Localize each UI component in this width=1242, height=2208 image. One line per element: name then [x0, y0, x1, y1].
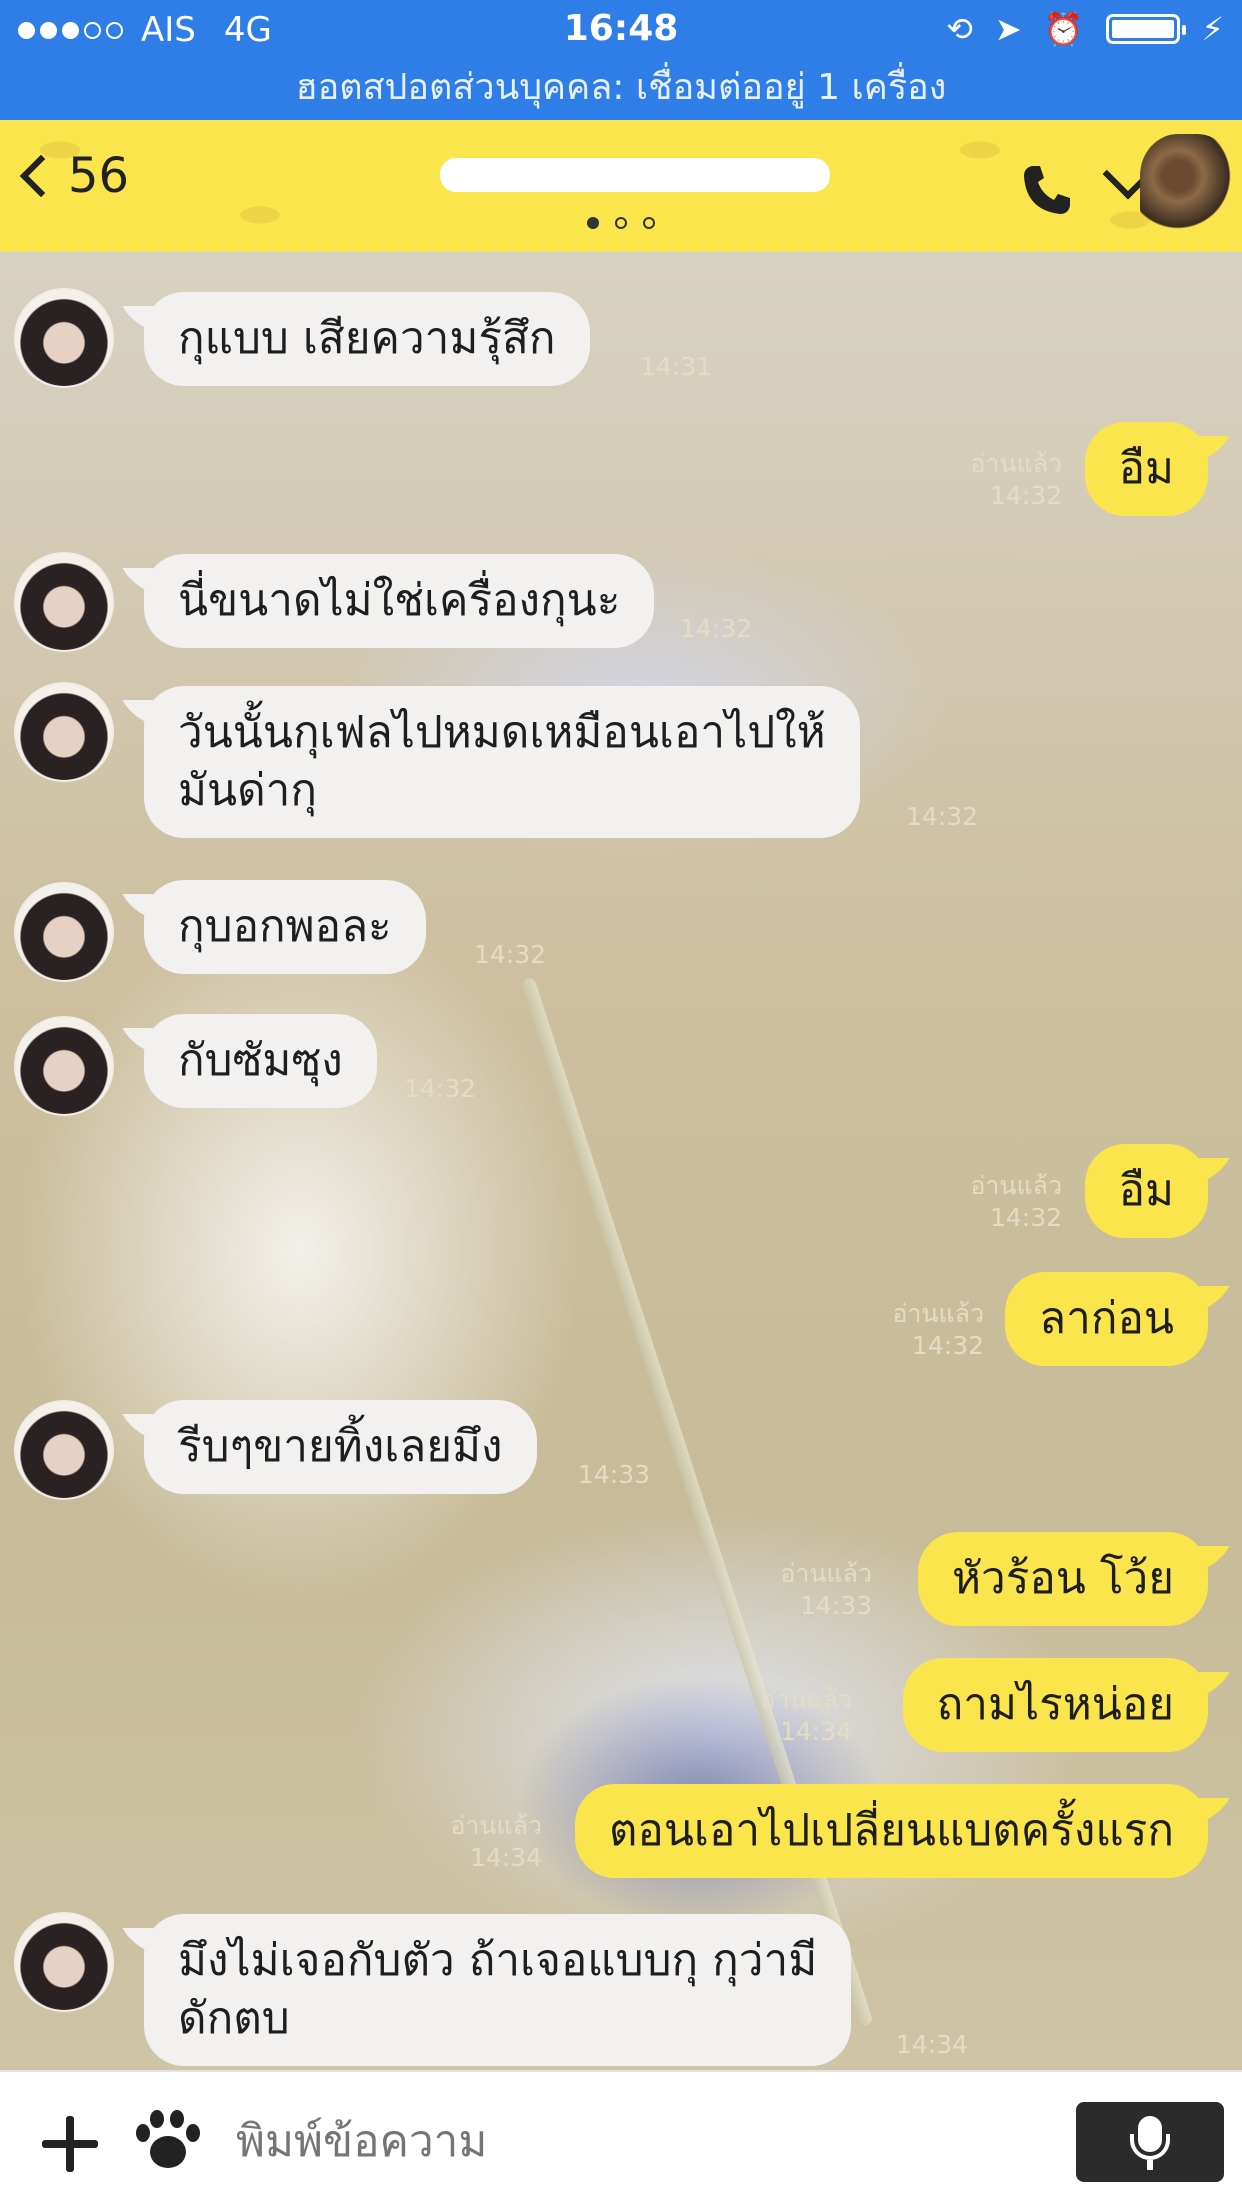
profile-avatar[interactable] [1140, 134, 1235, 239]
incoming-message[interactable]: กับซัมซุง [144, 1014, 377, 1108]
sender-avatar[interactable] [14, 682, 114, 782]
message-time: 14:32 [911, 1331, 984, 1360]
status-bar: AIS 4G 16:48 ⟲ ➤ ⏰ ⚡ [0, 0, 1242, 60]
outgoing-message[interactable]: อืม [1084, 1144, 1208, 1238]
charging-bolt-icon: ⚡ [1201, 10, 1224, 48]
message-time: 14:34 [779, 1717, 852, 1746]
outgoing-message[interactable]: อืม [1084, 422, 1208, 516]
outgoing-message[interactable]: ลาก่อน [1005, 1272, 1208, 1366]
outgoing-message[interactable]: ถามไรหน่อย [902, 1658, 1208, 1752]
message-time: 14:32 [989, 481, 1062, 510]
sender-avatar[interactable] [14, 552, 114, 652]
microphone-icon-arc [1130, 2134, 1170, 2160]
chat-header: 56 [0, 120, 1242, 258]
message-meta: อ่านแล้ว 14:33 [780, 1558, 872, 1622]
sender-avatar[interactable] [14, 882, 114, 982]
back-button[interactable]: 56 [19, 148, 130, 204]
chat-area[interactable]: กุแบบ เสียความรุ้สึก 14:31 อ่านแล้ว 14:3… [0, 252, 1242, 2070]
message-time: 14:31 [640, 352, 713, 381]
read-receipt: อ่านแล้ว [780, 1559, 872, 1588]
outgoing-message[interactable]: หัวร้อน โว้ย [918, 1532, 1208, 1626]
read-receipt: อ่านแล้ว [892, 1299, 984, 1328]
message-time: 14:33 [578, 1460, 651, 1489]
sender-avatar[interactable] [14, 1016, 114, 1116]
status-right: ⟲ ➤ ⏰ ⚡ [946, 10, 1224, 48]
unread-count: 56 [68, 148, 130, 204]
sender-avatar[interactable] [14, 288, 114, 388]
chat-title[interactable] [440, 158, 830, 192]
plus-icon[interactable] [40, 2114, 100, 2174]
message-meta: อ่านแล้ว 14:34 [760, 1684, 852, 1748]
incoming-message[interactable]: กุแบบ เสียความรุ้สึก [144, 292, 590, 386]
page-dot [643, 217, 655, 229]
hotspot-banner[interactable]: ฮอตสปอตส่วนบุคคล: เชื่อมต่ออยู่ 1 เครื่อ… [0, 60, 1242, 120]
message-time: 14:32 [906, 802, 979, 831]
message-meta: อ่านแล้ว 14:32 [892, 1298, 984, 1362]
message-meta: อ่านแล้ว 14:32 [970, 448, 1062, 512]
page-dot [587, 217, 599, 229]
read-receipt: อ่านแล้ว [760, 1685, 852, 1714]
message-meta: อ่านแล้ว 14:34 [450, 1810, 542, 1874]
battery-icon [1105, 14, 1186, 44]
incoming-message[interactable]: กุบอกพอละ [144, 880, 426, 974]
message-time: 14:32 [680, 614, 753, 643]
incoming-message[interactable]: นี่ขนาดไม่ใช่เครื่องกุนะ [144, 554, 655, 648]
incoming-message[interactable]: วันนั้นกุเฟลไปหมดเหมือนเอาไปให้ มันด่ากุ [144, 686, 860, 838]
message-time: 14:33 [799, 1591, 872, 1620]
message-time: 14:32 [474, 940, 547, 969]
microphone-icon-stand [1147, 2160, 1153, 2170]
back-chevron-icon [19, 154, 63, 198]
message-time: 14:32 [989, 1203, 1062, 1232]
microphone-button[interactable] [1076, 2102, 1224, 2182]
paw-icon[interactable] [132, 2108, 202, 2174]
read-receipt: อ่านแล้ว [970, 449, 1062, 478]
alarm-clock-icon: ⏰ [1043, 10, 1084, 48]
incoming-message[interactable]: มึงไม่เจอกับตัว ถ้าเจอแบบกุ กุว่ามี ดักต… [144, 1914, 852, 2066]
outgoing-message[interactable]: ตอนเอาไปเปลี่ยนแบตครั้งแรก [574, 1784, 1208, 1878]
rotation-lock-icon: ⟲ [946, 10, 973, 48]
input-bar [0, 2070, 1242, 2208]
message-input[interactable] [236, 2102, 1036, 2182]
page-dot [615, 217, 627, 229]
message-meta: อ่านแล้ว 14:32 [970, 1170, 1062, 1234]
sender-avatar[interactable] [14, 1912, 114, 2012]
sender-avatar[interactable] [14, 1400, 114, 1500]
message-time: 14:34 [469, 1843, 542, 1872]
location-arrow-icon: ➤ [994, 10, 1022, 48]
read-receipt: อ่านแล้ว [450, 1811, 542, 1840]
message-time: 14:32 [404, 1074, 477, 1103]
incoming-message[interactable]: รีบๆขายทิ้งเลยมึง [144, 1400, 537, 1494]
read-receipt: อ่านแล้ว [970, 1171, 1062, 1200]
phone-icon[interactable] [1018, 160, 1078, 220]
message-time: 14:34 [896, 2030, 969, 2059]
